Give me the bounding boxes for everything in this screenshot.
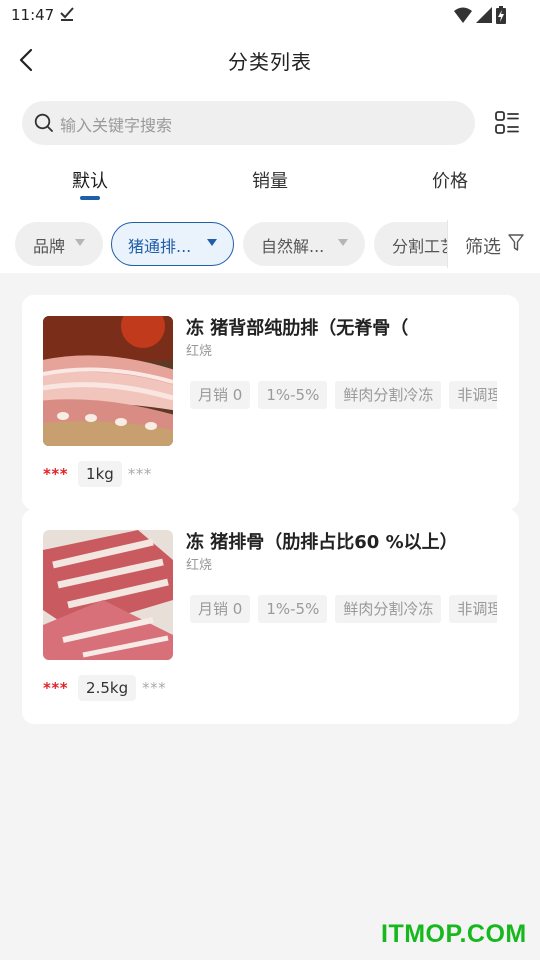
battery-charging-icon bbox=[496, 6, 506, 28]
tag-range: 1%-5% bbox=[258, 381, 328, 409]
tag-range: 1%-5% bbox=[258, 595, 328, 623]
dropdown-arrow-icon bbox=[75, 239, 85, 246]
chip-cutting[interactable]: 分割工艺 bbox=[374, 222, 447, 266]
top-panel: 11:47 分类列表 输入关键字搜索 默认 销量 价格 品牌 猪通排... 自然… bbox=[0, 0, 540, 273]
tag-type: 非调理 bbox=[449, 595, 497, 623]
layout-toggle-button[interactable] bbox=[494, 110, 520, 136]
site-watermark: ITMOP.COM bbox=[381, 920, 527, 948]
product-card[interactable]: 冻 猪排骨（肋排占比60 %以上） 红烧 月销 0 1%-5% 鲜肉分割冷冻 非调理 … bbox=[22, 509, 519, 724]
chip-category[interactable]: 猪通排... bbox=[111, 222, 234, 266]
tag-monthly-sales: 月销 0 bbox=[190, 595, 251, 623]
tag-monthly-sales: 月销 0 bbox=[190, 381, 251, 409]
product-name: 冻 猪背部纯肋排（无脊骨（ bbox=[186, 318, 409, 339]
tab-default[interactable]: 默认 bbox=[72, 167, 108, 193]
dropdown-arrow-icon bbox=[338, 239, 348, 246]
search-placeholder: 输入关键字搜索 bbox=[60, 116, 173, 135]
product-tags: 月销 0 1%-5% 鲜肉分割冷冻 非调理 bbox=[190, 595, 497, 625]
chip-label: 分割工艺 bbox=[392, 237, 447, 256]
active-tab-indicator bbox=[80, 196, 100, 200]
tag-process: 鲜肉分割冷冻 bbox=[335, 595, 442, 623]
unit-price-masked: *** bbox=[142, 679, 167, 697]
unit-price-masked: *** bbox=[127, 465, 152, 483]
chip-brand[interactable]: 品牌 bbox=[15, 222, 103, 266]
price-masked: *** bbox=[43, 679, 69, 697]
pork-spareribs-photo bbox=[43, 530, 173, 660]
filter-button[interactable]: 筛选 bbox=[465, 233, 524, 259]
status-bar: 11:47 bbox=[0, 0, 540, 32]
system-icons bbox=[454, 6, 506, 28]
chip-label: 自然解... bbox=[261, 237, 325, 256]
product-card[interactable]: 冻 猪背部纯肋排（无脊骨（ 红烧 月销 0 1%-5% 鲜肉分割冷冻 非调理 *** … bbox=[22, 295, 519, 510]
signal-icon bbox=[476, 7, 492, 27]
search-input[interactable]: 输入关键字搜索 bbox=[22, 101, 475, 145]
product-subtitle: 红烧 bbox=[186, 558, 213, 573]
dropdown-arrow-icon bbox=[207, 239, 217, 246]
unit-badge: 2.5kg bbox=[78, 675, 137, 701]
price-masked: *** bbox=[43, 465, 69, 483]
chip-label: 猪通排... bbox=[128, 237, 192, 256]
search-icon bbox=[34, 113, 54, 137]
tag-process: 鲜肉分割冷冻 bbox=[335, 381, 442, 409]
filter-chip-bar: 品牌 猪通排... 自然解... 分割工艺 bbox=[15, 222, 447, 266]
price-row: *** 1kg *** bbox=[43, 460, 152, 488]
wifi-icon bbox=[454, 7, 472, 27]
chip-label: 品牌 bbox=[33, 237, 66, 256]
tab-sales[interactable]: 销量 bbox=[252, 167, 288, 193]
divider bbox=[447, 220, 448, 268]
product-subtitle: 红烧 bbox=[186, 344, 213, 359]
tag-type: 非调理 bbox=[449, 381, 497, 409]
product-tags: 月销 0 1%-5% 鲜肉分割冷冻 非调理 bbox=[190, 381, 497, 411]
list-grid-icon bbox=[495, 111, 519, 134]
unit-badge: 1kg bbox=[78, 461, 122, 487]
download-done-icon bbox=[58, 5, 76, 27]
status-time: 11:47 bbox=[11, 6, 55, 24]
filter-label: 筛选 bbox=[465, 237, 501, 258]
price-row: *** 2.5kg *** bbox=[43, 674, 166, 702]
tab-price[interactable]: 价格 bbox=[432, 167, 468, 193]
funnel-icon bbox=[508, 234, 524, 251]
product-name: 冻 猪排骨（肋排占比60 %以上） bbox=[186, 532, 458, 553]
page-title: 分类列表 bbox=[228, 50, 312, 74]
chip-thaw[interactable]: 自然解... bbox=[243, 222, 365, 266]
pork-ribs-photo bbox=[43, 316, 173, 446]
